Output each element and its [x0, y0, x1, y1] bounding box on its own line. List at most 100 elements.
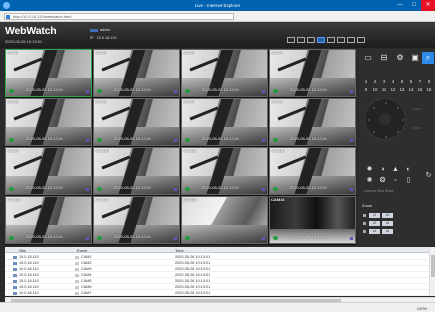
camera-tile[interactable]: CAM16 2020-05-26 10:13:01	[269, 196, 356, 244]
zoom-x4-button[interactable]: x4	[382, 221, 393, 226]
minimize-button[interactable]: —	[393, 0, 407, 11]
camera-tile[interactable]: CAM2 2020-05-26 10:13:01	[93, 49, 180, 97]
camera-label: CAM14	[95, 197, 109, 202]
recording-icon	[9, 236, 14, 240]
ptz-up-icon[interactable]	[385, 102, 387, 104]
record-icon[interactable]: ⊟	[378, 52, 390, 64]
channel-button[interactable]: 12	[389, 87, 397, 92]
channel-button[interactable]: 10	[371, 87, 379, 92]
camera-tile[interactable]: CAM6 2020-05-26 10:13:01	[93, 98, 180, 146]
zoom-x2-button[interactable]: x2	[382, 213, 393, 218]
camera-tile[interactable]: CAM5 2020-05-26 10:13:01	[5, 98, 92, 146]
motion-icon	[174, 237, 177, 240]
layout-9-icon[interactable]	[307, 37, 315, 43]
motion-icon	[350, 188, 353, 191]
camera-timestamp: 2020-05-26 10:13:01	[26, 234, 64, 239]
sharpness-icon[interactable]: ✺	[365, 176, 374, 185]
ptz-upright-icon[interactable]	[397, 107, 399, 109]
channel-button[interactable]: 15	[416, 87, 424, 92]
channel-button[interactable]: 2	[371, 79, 379, 84]
monitor-icon[interactable]: ▭	[362, 52, 374, 64]
ptz-right-icon[interactable]	[402, 119, 404, 121]
camera-tile[interactable]: CAM1 2020-05-26 10:13:01	[5, 49, 92, 97]
layout-1-icon[interactable]	[287, 37, 295, 43]
ptz-center[interactable]	[379, 113, 391, 125]
layout-4-icon[interactable]	[297, 37, 305, 43]
camera-tile[interactable]: CAM4 2020-05-26 10:13:01	[269, 49, 356, 97]
channel-button[interactable]: 1	[362, 79, 370, 84]
channel-button[interactable]: 7	[416, 79, 424, 84]
channel-button[interactable]: 16	[425, 87, 433, 92]
search-icon[interactable]: ⌕	[422, 52, 434, 64]
list-vertical-scrollbar[interactable]	[429, 247, 435, 296]
zoom-radio[interactable]	[363, 230, 366, 233]
maximize-button[interactable]: □	[407, 0, 421, 11]
motion-icon	[262, 139, 265, 142]
hue-icon[interactable]: ◐	[404, 165, 413, 174]
zoom-x4-button[interactable]: x4	[382, 229, 393, 234]
column-event[interactable]: Event	[77, 248, 87, 253]
camera-tile[interactable]: CAM12 2020-05-26 10:13:01	[269, 147, 356, 195]
site-icon	[13, 255, 17, 259]
ptz-left-icon[interactable]	[368, 119, 370, 121]
zoom-radio[interactable]	[363, 214, 366, 217]
table-row[interactable]: 10.0.18.110 CAM7 2020-05-26 10:13:01	[5, 290, 429, 296]
scroll-thumb[interactable]	[431, 255, 435, 277]
zoom-level[interactable]: 100%	[417, 306, 427, 311]
camera-tile[interactable]: CAM9 2020-05-26 10:13:01	[5, 147, 92, 195]
camera-icon[interactable]: ▣	[409, 52, 421, 64]
column-time[interactable]: Time	[175, 248, 184, 253]
channel-button[interactable]: 11	[380, 87, 388, 92]
channel-button[interactable]: 5	[398, 79, 406, 84]
camera-tile[interactable]: CAM7 2020-05-26 10:13:01	[181, 98, 268, 146]
camera-tile[interactable]: CAM10 2020-05-26 10:13:01	[93, 147, 180, 195]
site-icon	[13, 273, 17, 277]
camera-tile[interactable]: CAM8 2020-05-26 10:13:01	[269, 98, 356, 146]
camera-tile[interactable]: CAM3 2020-05-26 10:13:01	[181, 49, 268, 97]
contrast-icon[interactable]: ◑	[378, 165, 387, 174]
zoom-row: x1 x4	[363, 229, 408, 234]
color-icon[interactable]: ❂	[378, 176, 387, 185]
camera-tile[interactable]: CAM15	[181, 196, 268, 244]
capture-icon[interactable]: ▫	[391, 176, 400, 185]
layout-16-icon[interactable]	[317, 37, 325, 43]
ptz-downright-icon[interactable]	[397, 131, 399, 133]
ptz-upleft-icon[interactable]	[373, 107, 375, 109]
ptz-control[interactable]	[364, 98, 406, 140]
row-site: 10.0.18.110	[19, 285, 39, 289]
column-site[interactable]: Site	[19, 248, 26, 253]
saturation-icon[interactable]: ▲	[391, 165, 400, 174]
row-site: 10.0.18.110	[19, 279, 39, 283]
window-title: Live - Internet Explorer	[194, 3, 241, 8]
layout-13-icon[interactable]	[347, 37, 355, 43]
layout-6-icon[interactable]	[327, 37, 335, 43]
ptz-down-icon[interactable]	[385, 136, 387, 138]
reset-icon[interactable]: ↻	[424, 171, 433, 180]
camera-tile[interactable]: CAM11 2020-05-26 10:13:01	[181, 147, 268, 195]
zoom-x1-button[interactable]: x1	[369, 213, 380, 218]
camera-tile[interactable]: CAM13 2020-05-26 10:13:01	[5, 196, 92, 244]
channel-button[interactable]: 3	[380, 79, 388, 84]
brightness-icon[interactable]: ✹	[365, 165, 374, 174]
close-button[interactable]: ✕	[421, 0, 435, 11]
recording-icon	[185, 138, 190, 142]
fullscreen-icon[interactable]	[357, 37, 365, 43]
camera-timestamp: 2020-05-26 10:13:01	[202, 87, 240, 92]
zoom-radio[interactable]	[363, 222, 366, 225]
channel-button[interactable]: 13	[398, 87, 406, 92]
ptz-downleft-icon[interactable]	[373, 131, 375, 133]
zoom-x2-button[interactable]: x2	[369, 221, 380, 226]
zoom-x1-button[interactable]: x1	[369, 229, 380, 234]
channel-button[interactable]: 14	[407, 87, 415, 92]
url-field[interactable]: http://10.0.18.110/webwatch.html	[4, 13, 234, 20]
channel-button[interactable]: 9	[362, 87, 370, 92]
gear-icon[interactable]: ⚙	[394, 52, 406, 64]
channel-button[interactable]: 8	[425, 79, 433, 84]
channel-button[interactable]: 4	[389, 79, 397, 84]
motion-icon	[174, 139, 177, 142]
camera-tile[interactable]: CAM14 2020-05-26 10:13:01	[93, 196, 180, 244]
layout-8-icon[interactable]	[337, 37, 345, 43]
snapshot-icon[interactable]: ▯	[404, 176, 413, 185]
channel-button[interactable]: 6	[407, 79, 415, 84]
event-icon	[75, 291, 79, 295]
